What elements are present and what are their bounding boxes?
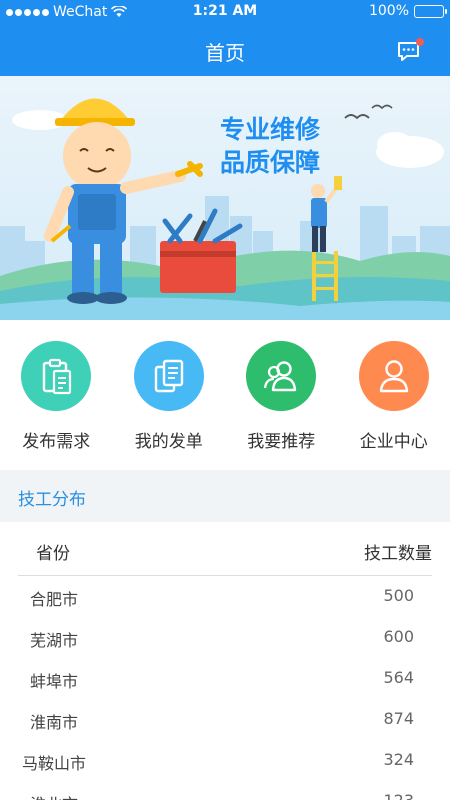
action-icon-circle bbox=[133, 341, 204, 411]
banner-illustration: 专业维修 品质保障 bbox=[0, 76, 450, 320]
city-cell: 合肥市 bbox=[29, 590, 78, 609]
quick-actions: 发布需求 我的发单 我要推荐 企业中心 bbox=[0, 320, 450, 470]
clipboard-icon bbox=[43, 358, 72, 395]
hero-banner[interactable]: 专业维修 品质保障 bbox=[0, 76, 450, 320]
count-cell: 500 bbox=[383, 586, 414, 605]
table-header: 省份 技工数量 bbox=[18, 522, 432, 576]
action-icon-circle bbox=[246, 341, 317, 411]
table-row[interactable]: 淮南市 874 bbox=[0, 699, 450, 740]
page-title: 首页 bbox=[205, 41, 245, 65]
count-cell: 874 bbox=[383, 709, 414, 728]
action-my-orders[interactable]: 我的发单 bbox=[113, 320, 226, 470]
action-label: 发布需求 bbox=[22, 432, 91, 452]
users-icon bbox=[264, 361, 297, 392]
action-icon-circle bbox=[21, 341, 92, 411]
city-cell: 蚌埠市 bbox=[29, 672, 78, 691]
city-cell: 淮南市 bbox=[29, 713, 78, 732]
documents-icon bbox=[154, 359, 183, 393]
user-icon bbox=[379, 360, 408, 393]
technician-distribution-table: 省份 技工数量 合肥市 500 芜湖市 600 蚌埠市 564 淮南市 874 … bbox=[0, 522, 450, 800]
status-right: 100% bbox=[368, 3, 447, 19]
column-header-count: 技工数量 bbox=[364, 544, 432, 564]
section-header: 技工分布 bbox=[0, 470, 450, 522]
chat-bubble-icon bbox=[398, 38, 424, 61]
action-label: 我要推荐 bbox=[247, 432, 316, 452]
action-recommend[interactable]: 我要推荐 bbox=[225, 320, 338, 470]
action-label: 我的发单 bbox=[134, 432, 203, 452]
status-bar: WeChat 1:21 AM 100% bbox=[0, 0, 450, 24]
section-title: 技工分布 bbox=[18, 490, 86, 510]
table-row[interactable]: 马鞍山市 324 bbox=[0, 740, 450, 781]
table-row[interactable]: 淮北市 123 bbox=[0, 781, 450, 800]
unread-badge bbox=[416, 38, 424, 46]
message-button[interactable] bbox=[396, 38, 426, 64]
table-row[interactable]: 蚌埠市 564 bbox=[0, 658, 450, 699]
slogan-line2: 品质保障 bbox=[220, 148, 320, 177]
table-row[interactable]: 芜湖市 600 bbox=[0, 617, 450, 658]
action-publish-demand[interactable]: 发布需求 bbox=[0, 320, 113, 470]
count-cell: 123 bbox=[383, 791, 414, 800]
count-cell: 324 bbox=[383, 750, 414, 769]
city-cell: 芜湖市 bbox=[29, 631, 78, 650]
battery-icon bbox=[414, 4, 447, 18]
city-cell: 马鞍山市 bbox=[21, 754, 86, 773]
count-cell: 564 bbox=[383, 668, 414, 687]
action-icon-circle bbox=[358, 341, 429, 411]
table-row[interactable]: 合肥市 500 bbox=[0, 576, 450, 617]
slogan-line1: 专业维修 bbox=[220, 115, 321, 144]
city-cell: 淮北市 bbox=[0, 791, 108, 800]
action-label: 企业中心 bbox=[359, 432, 428, 452]
count-cell: 600 bbox=[383, 627, 414, 646]
nav-bar: 首页 bbox=[0, 24, 450, 76]
action-enterprise-center[interactable]: 企业中心 bbox=[338, 320, 450, 470]
column-header-province: 省份 bbox=[36, 544, 70, 564]
battery-percent: 100% bbox=[368, 3, 409, 19]
